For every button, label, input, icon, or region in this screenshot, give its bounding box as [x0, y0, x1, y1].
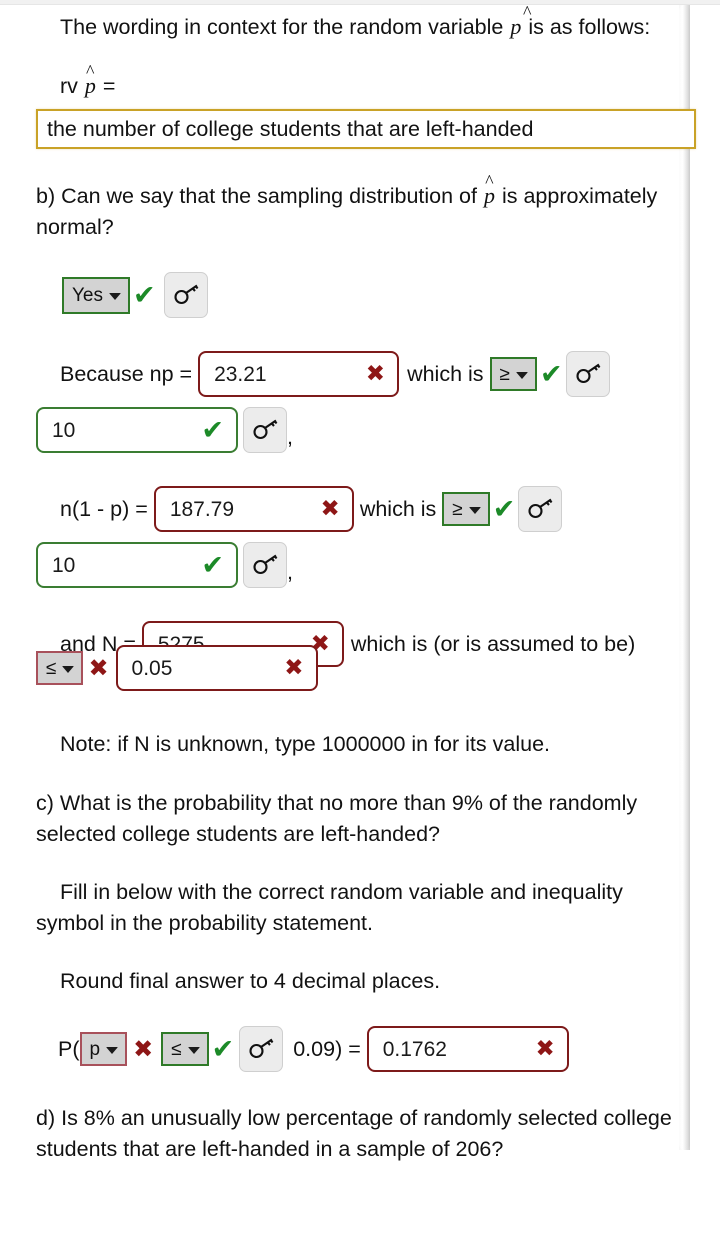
problem-content: The wording in context for the random va… — [0, 3, 696, 1165]
nq-label: n(1 - p) = — [60, 496, 154, 521]
incorrect-cross-icon: ✖ — [365, 360, 386, 387]
chevron-down-icon — [515, 371, 528, 379]
part-c-instruction-2: Round final answer to 4 decimal places. — [60, 969, 441, 993]
chevron-down-icon — [62, 665, 75, 673]
yes-no-select[interactable]: Yes — [62, 276, 130, 314]
correct-check-icon: ✔ — [539, 358, 563, 390]
rv-prefix: rv — [60, 74, 84, 98]
correct-check-icon: ✔ — [492, 493, 516, 525]
part-c-instruction-1: Fill in below with the correct random va… — [36, 880, 623, 935]
np-value: 23.21 — [214, 362, 267, 386]
nq-row: n(1 - p) = 187.79 ✖ which is ≥ ✔ — [60, 486, 690, 532]
N-compare-select[interactable]: ≤ — [36, 651, 84, 685]
incorrect-cross-icon: ✖ — [284, 654, 304, 681]
answer-key-button[interactable] — [518, 486, 563, 532]
nq-value: 187.79 — [169, 497, 235, 521]
np-trailing-comma: , — [287, 425, 293, 449]
np-threshold-input[interactable]: 10 ✔ — [36, 407, 238, 453]
answer-key-button[interactable] — [243, 542, 287, 588]
answer-key-button[interactable] — [163, 272, 208, 318]
prob-rv-select[interactable]: p — [79, 1032, 128, 1066]
incorrect-cross-icon: ✖ — [88, 654, 109, 682]
chevron-down-icon — [468, 506, 481, 514]
intro-text-after: is as follows: — [522, 15, 651, 39]
part-d-question: d) Is 8% an unusually low percentage of … — [36, 1106, 672, 1161]
intro-paragraph: The wording in context for the random va… — [36, 3, 660, 43]
part-c-question: c) What is the probability that no more … — [36, 791, 638, 846]
hat-accent: ^ — [85, 60, 95, 81]
rv-answer-value: the number of college students that are … — [47, 116, 534, 141]
incorrect-cross-icon: ✖ — [133, 1035, 154, 1063]
yes-no-select-value: Yes — [72, 284, 103, 306]
chevron-down-icon — [109, 292, 121, 300]
np-compare-value: ≥ — [499, 363, 510, 385]
nq-threshold-value: 10 — [52, 553, 76, 577]
prob-open-paren: P( — [58, 1036, 80, 1061]
chevron-down-icon — [106, 1046, 119, 1054]
np-threshold-row: 10 ✔ , — [36, 407, 690, 453]
np-row: Because np = 23.21 ✖ which is ≥ ✔ — [60, 351, 690, 397]
intro-text-before: The wording in context for the random va… — [60, 15, 510, 39]
N-compare-value: ≤ — [46, 657, 57, 679]
prob-answer-value: 0.1762 — [382, 1037, 447, 1061]
correct-check-icon: ✔ — [211, 1033, 235, 1065]
N-note: Note: if N is unknown, type 1000000 in f… — [60, 732, 550, 756]
correct-check-icon: ✔ — [201, 549, 224, 581]
hat-accent: ^ — [522, 1, 532, 22]
rv-label-line: rv ^ p = — [60, 62, 690, 102]
np-value-input[interactable]: 23.21 ✖ — [198, 351, 400, 397]
nq-compare-select[interactable]: ≥ — [442, 492, 490, 526]
part-b-question: b) Can we say that the sampling distribu… — [36, 172, 660, 243]
correct-check-icon: ✔ — [133, 279, 156, 311]
prob-rv-value: p — [89, 1038, 101, 1060]
correct-check-icon: ✔ — [201, 414, 224, 446]
np-compare-select[interactable]: ≥ — [489, 357, 537, 391]
nq-trailing-comma: , — [287, 560, 293, 584]
answer-key-button[interactable] — [243, 407, 287, 453]
prob-inequality-value: ≤ — [171, 1038, 182, 1060]
nq-compare-value: ≥ — [452, 498, 463, 520]
answer-key-button[interactable] — [239, 1026, 284, 1072]
prob-answer-input[interactable]: 0.1762 ✖ — [366, 1026, 569, 1072]
np-which-is-label: which is — [407, 361, 490, 386]
prob-constant-label: 0.09) = — [287, 1036, 367, 1061]
rv-suffix: = — [96, 74, 116, 98]
probability-statement-row: P( p ✖ ≤ ✔ 0.09) = 0.1762 ✖ — [58, 1026, 690, 1072]
rv-answer-input[interactable]: the number of college students that are … — [36, 109, 696, 149]
N-which-is-label: which is (or is assumed to be) — [350, 631, 636, 656]
nq-threshold-input[interactable]: 10 ✔ — [36, 542, 238, 588]
incorrect-cross-icon: ✖ — [535, 1035, 555, 1062]
chevron-down-icon — [187, 1046, 200, 1054]
part-b-answer-row: Yes ✔ — [62, 272, 690, 318]
part-b-text-before: b) Can we say that the sampling distribu… — [36, 184, 483, 208]
p-hat-symbol-rv: ^ p — [84, 62, 97, 98]
N-fraction-input[interactable]: 0.05 ✖ — [115, 645, 318, 691]
nq-threshold-row: 10 ✔ , — [36, 542, 690, 588]
incorrect-cross-icon: ✖ — [320, 495, 340, 522]
hat-accent: ^ — [485, 170, 494, 191]
answer-key-button[interactable] — [565, 351, 610, 397]
np-label: Because np = — [60, 361, 199, 386]
p-hat-symbol-intro: ^ p — [509, 3, 531, 39]
prob-inequality-select[interactable]: ≤ — [161, 1032, 209, 1066]
p-hat-symbol-b: ^ p — [483, 172, 496, 208]
np-threshold-value: 10 — [52, 418, 76, 442]
nq-which-is-label: which is — [359, 496, 443, 521]
N-fraction-value: 0.05 — [131, 656, 173, 680]
nq-value-input[interactable]: 187.79 ✖ — [153, 486, 354, 532]
